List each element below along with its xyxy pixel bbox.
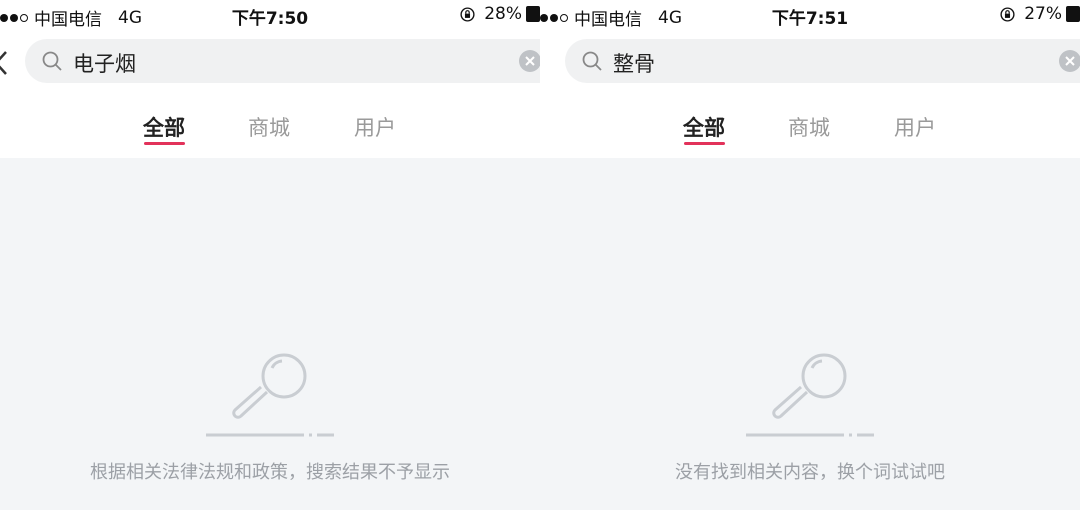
- empty-result-message: 没有找到相关内容，换个词试试吧: [675, 462, 945, 483]
- battery-percent: 28%: [484, 4, 522, 24]
- tab-mall[interactable]: 商城: [248, 112, 290, 142]
- active-tab-indicator: [144, 142, 185, 145]
- result-tabs: 全部 商城 用户: [0, 96, 540, 158]
- tab-users[interactable]: 用户: [894, 112, 936, 142]
- tab-mall[interactable]: 商城: [788, 112, 830, 142]
- empty-search-magnifier-icon: [206, 353, 334, 437]
- search-header: 电子烟: [0, 30, 540, 96]
- rotation-lock-icon: [460, 6, 475, 22]
- status-bar: 中国电信 4G 下午7:51 27%: [540, 0, 1080, 30]
- battery-icon: [1066, 6, 1080, 22]
- search-icon: [582, 51, 602, 71]
- tab-all[interactable]: 全部: [143, 112, 185, 142]
- result-tabs: 全部 商城 用户: [540, 96, 1080, 158]
- empty-result-message: 根据相关法律法规和政策，搜索结果不予显示: [90, 462, 450, 483]
- battery-icon: [526, 6, 540, 22]
- battery-percent: 27%: [1024, 4, 1062, 24]
- empty-search-magnifier-icon: [746, 353, 874, 437]
- search-input[interactable]: 电子烟: [25, 39, 540, 83]
- tab-users[interactable]: 用户: [354, 112, 396, 142]
- search-query[interactable]: 电子烟: [73, 48, 136, 78]
- search-header: 整骨: [540, 30, 1080, 96]
- back-chevron-icon[interactable]: [0, 50, 8, 76]
- search-input[interactable]: 整骨: [565, 39, 1080, 83]
- search-query[interactable]: 整骨: [613, 48, 655, 78]
- clear-search-icon[interactable]: [519, 50, 540, 72]
- rotation-lock-icon: [1000, 6, 1015, 22]
- search-screen-right: 中国电信 4G 下午7:51 27% 整骨 全部 商城 用户 没有找到相关内容，…: [540, 0, 1080, 510]
- clear-search-icon[interactable]: [1059, 50, 1080, 72]
- active-tab-indicator: [684, 142, 725, 145]
- tab-all[interactable]: 全部: [683, 112, 725, 142]
- status-bar: 中国电信 4G 下午7:50 28%: [0, 0, 540, 30]
- search-icon: [42, 51, 62, 71]
- search-screen-left: 中国电信 4G 下午7:50 28% 电子烟 全部 商城 用户 根据相关法律法规…: [0, 0, 540, 510]
